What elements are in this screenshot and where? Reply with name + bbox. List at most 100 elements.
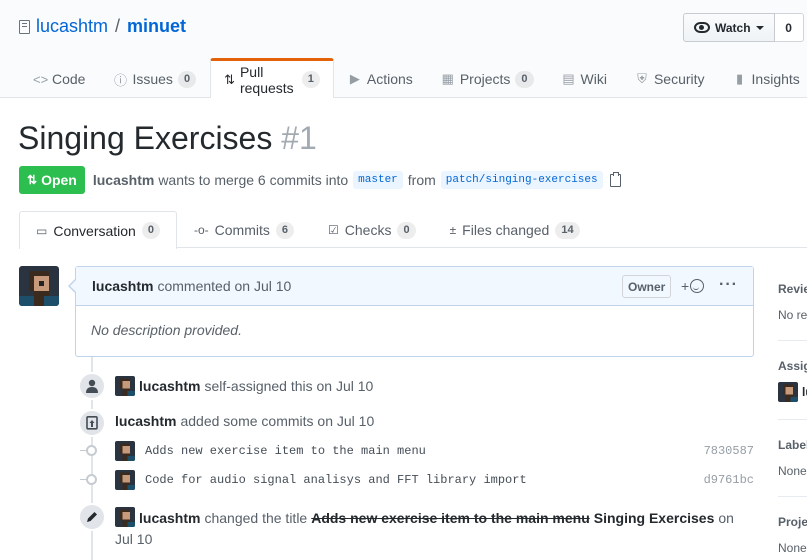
comment-icon: ▭: [36, 223, 48, 238]
old-title: Adds new exercise item to the main menu: [311, 510, 590, 526]
nav-code-label: Code: [52, 71, 86, 87]
avatar-image: [778, 382, 798, 402]
sidebar-divider: [778, 419, 807, 420]
watch-button[interactable]: Watch: [683, 13, 775, 42]
repo-nav: <> Code ⓘ Issues 0 ⇅ Pull requests 1 ▶ A…: [19, 58, 807, 98]
repo-owner-link[interactable]: lucashtm: [36, 16, 108, 37]
event-author-link[interactable]: lucashtm: [139, 378, 200, 394]
graph-icon: ▮: [735, 71, 744, 86]
from-text: from: [407, 172, 436, 188]
pull-request-icon: ⇅: [224, 71, 235, 87]
plus-text: +: [681, 278, 690, 294]
comment-action[interactable]: commented on Jul 10: [157, 278, 291, 294]
tab-files-changed[interactable]: ± Files changed 14: [433, 211, 597, 248]
nav-wiki[interactable]: ▤ Wiki: [548, 59, 621, 98]
nav-pull-requests-count: 1: [301, 71, 320, 88]
avatar[interactable]: [115, 441, 135, 461]
eye-icon: [694, 22, 710, 33]
person-icon: [78, 372, 106, 400]
avatar: [778, 382, 798, 402]
repo-push-icon: [78, 409, 106, 437]
sidebar-assignee-name: lu: [802, 385, 807, 399]
nav-issues-count: 0: [177, 70, 197, 88]
sidebar-labels-heading[interactable]: Label: [778, 438, 807, 452]
repo-separator: /: [115, 16, 121, 36]
watch-label: Watch: [715, 20, 751, 35]
book-icon: ▤: [562, 71, 575, 86]
comment-author-link[interactable]: lucashtm: [92, 278, 153, 294]
avatar[interactable]: [115, 507, 135, 527]
pr-state-badge: ⇅ Open: [19, 166, 85, 194]
avatar[interactable]: [19, 266, 59, 306]
clipboard-icon[interactable]: [609, 171, 621, 187]
comment-header: lucashtm commented on Jul 10 Owner + ···: [76, 267, 753, 306]
commit-sha-link[interactable]: 7830587: [704, 444, 754, 458]
file-diff-icon: ±: [449, 223, 457, 237]
repo-name-link[interactable]: minuet: [127, 16, 186, 37]
event-text: added some commits on Jul 10: [180, 413, 375, 429]
tab-checks-count: 0: [397, 221, 416, 239]
tab-files-changed-count: 14: [555, 221, 580, 239]
nav-insights-label: Insights: [751, 71, 800, 87]
pr-author-link[interactable]: lucashtm: [93, 172, 154, 188]
event-text: changed the title: [204, 510, 308, 526]
sidebar-projects-heading[interactable]: Proje: [778, 515, 807, 529]
tab-checks[interactable]: ☑ Checks 0: [311, 211, 433, 248]
sidebar-reviewers-heading[interactable]: Revie: [778, 282, 807, 296]
more-options-icon[interactable]: ···: [719, 276, 738, 294]
nav-actions[interactable]: ▶ Actions: [334, 59, 427, 98]
nav-projects-count: 0: [515, 70, 534, 88]
sidebar-reviewers-value: No re: [778, 308, 807, 322]
pr-state-label: Open: [41, 172, 77, 188]
avatar[interactable]: [115, 376, 135, 396]
event-text: self-assigned this on Jul 10: [204, 378, 374, 394]
tab-conversation-count: 0: [141, 222, 160, 239]
event-author-link[interactable]: lucashtm: [115, 413, 176, 429]
commit-message-link[interactable]: Code for audio signal analisys and FFT l…: [145, 473, 527, 487]
event-date[interactable]: Jul 10: [115, 531, 152, 547]
watch-control: Watch 0: [683, 13, 804, 42]
code-icon: <>: [33, 71, 49, 87]
commit-row: Code for audio signal analisys and FFT l…: [115, 470, 754, 490]
pencil-icon-svg: [87, 512, 97, 522]
tab-conversation[interactable]: ▭ Conversation 0: [19, 211, 177, 249]
head-branch[interactable]: patch/singing-exercises: [440, 171, 603, 189]
avatar-image: [115, 441, 135, 461]
assigned-event: lucashtm self-assigned this on Jul 10: [115, 376, 373, 396]
tab-commits-count: 6: [275, 221, 294, 239]
nav-wiki-label: Wiki: [580, 71, 607, 87]
commit-message-link[interactable]: Adds new exercise item to the main menu: [145, 444, 426, 458]
tab-commits[interactable]: -o- Commits 6: [177, 211, 311, 248]
repo-push-icon-svg: [86, 416, 98, 430]
commit-dot-icon: [80, 474, 97, 485]
sidebar-labels-value: None: [778, 464, 807, 478]
commit-dot-icon: [80, 445, 97, 456]
commit-icon: -o-: [193, 223, 209, 237]
pull-request-icon: ⇅: [27, 173, 38, 187]
smiley-icon: [690, 279, 705, 293]
sidebar-assignees-heading[interactable]: Assig: [778, 359, 807, 373]
avatar[interactable]: [115, 470, 135, 490]
nav-insights[interactable]: ▮ Insights: [719, 59, 807, 98]
pr-summary: wants to merge 6 commits into: [158, 172, 349, 188]
avatar-image: [115, 507, 135, 527]
pr-meta: ⇅ Open lucashtm wants to merge 6 commits…: [19, 166, 621, 194]
add-reaction-button[interactable]: +: [681, 278, 705, 294]
tab-conversation-label: Conversation: [53, 222, 136, 239]
nav-issues-label: Issues: [132, 71, 173, 87]
nav-code[interactable]: <> Code: [19, 59, 99, 98]
commit-sha-link[interactable]: d9761bc: [704, 473, 754, 487]
nav-security[interactable]: ⛨ Security: [621, 59, 719, 98]
pr-title: Singing Exercises #1: [18, 120, 317, 157]
base-branch[interactable]: master: [353, 171, 403, 189]
nav-projects[interactable]: ▦ Projects 0: [427, 59, 548, 98]
pr-tabs: ▭ Conversation 0 -o- Commits 6 ☑ Checks …: [19, 211, 807, 249]
retitle-event: lucashtm changed the title Adds new exerci…: [115, 507, 755, 550]
nav-issues[interactable]: ⓘ Issues 0: [99, 59, 210, 98]
avatar-image: [19, 266, 59, 306]
commit-row: Adds new exercise item to the main menu …: [115, 441, 754, 461]
watch-count[interactable]: 0: [774, 13, 804, 42]
event-author-link[interactable]: lucashtm: [139, 510, 200, 526]
nav-pull-requests[interactable]: ⇅ Pull requests 1: [210, 58, 334, 98]
sidebar-assignee[interactable]: lu: [778, 382, 807, 402]
